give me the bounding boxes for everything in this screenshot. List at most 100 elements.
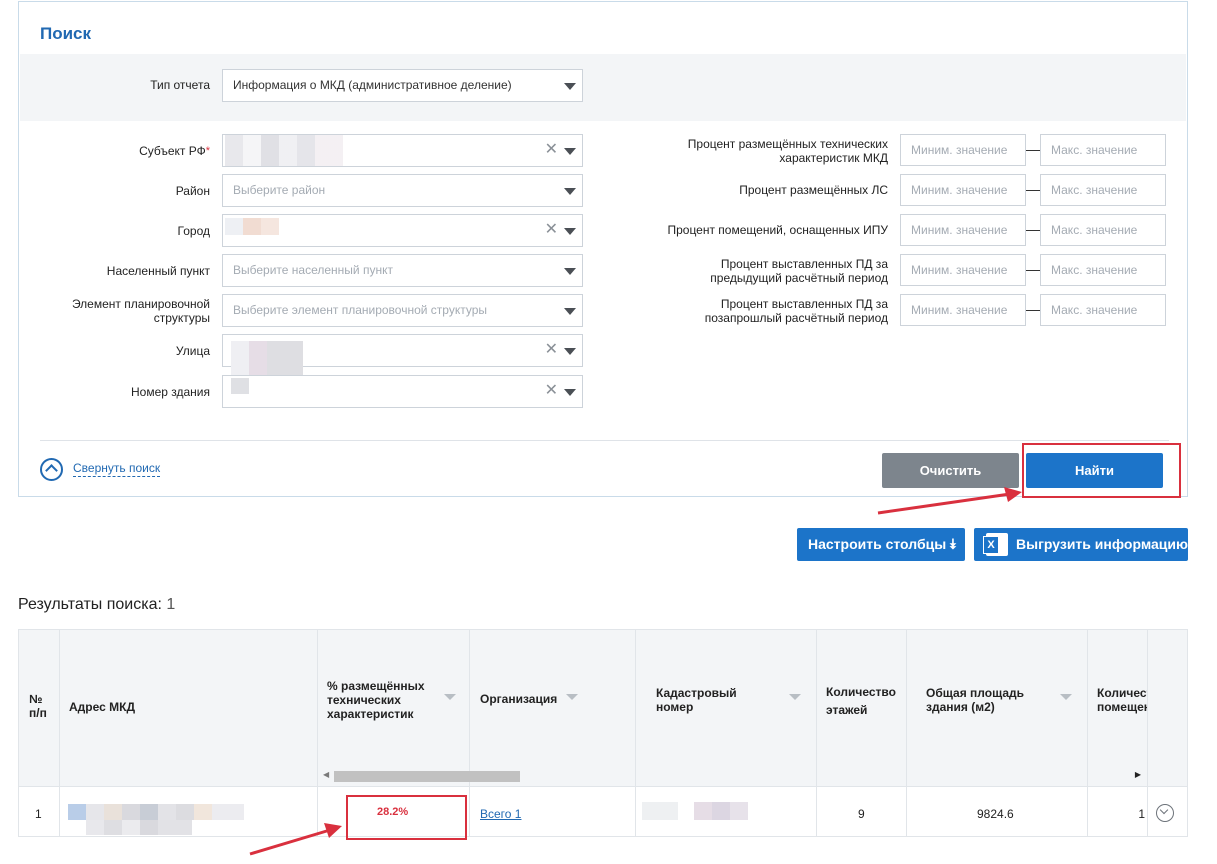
min-value-input[interactable]: Миним. значение [900,254,1026,286]
excel-icon [983,533,1008,556]
chevron-down-icon[interactable] [564,188,576,195]
max-value-input[interactable]: Макс. значение [1040,134,1166,166]
building-label: Номер здания [130,385,210,399]
clear-button[interactable]: Очистить [882,453,1019,488]
max-value-input[interactable]: Макс. значение [1040,294,1166,326]
arrow-annotation [877,487,1022,515]
sort-icon[interactable] [566,694,578,700]
cell-num: 1 [19,787,60,836]
max-value-input[interactable]: Макс. значение [1040,214,1166,246]
cell-rooms: 1 [1088,787,1148,836]
city-label: Город [177,224,210,238]
col-header-cadastral[interactable]: Кадастровый номер [636,630,817,786]
chevron-down-icon[interactable] [564,83,576,90]
clear-icon[interactable]: ✕ [545,142,558,158]
subject-label: Субъект РФ* [139,144,210,158]
results-title: Результаты поиска: 1 [18,596,176,613]
report-type-select[interactable]: Информация о МКД (административное делен… [222,69,583,102]
max-value-input[interactable]: Макс. значение [1040,174,1166,206]
range-label: Процент размещённых технических характери… [687,137,888,165]
col-header-organization[interactable]: Организация [470,630,636,786]
sort-icon[interactable] [789,694,801,700]
clear-icon[interactable]: ✕ [545,342,558,358]
find-highlight-box [1022,443,1181,498]
clear-icon[interactable]: ✕ [545,383,558,399]
chevron-down-icon[interactable] [564,348,576,355]
redacted-value [694,802,748,820]
col-header-address[interactable]: Адрес МКД [60,630,318,786]
results-table: № п/п Адрес МКД % размещённых технических х… [18,629,1188,837]
min-value-input[interactable]: Миним. значение [900,174,1026,206]
settlement-select[interactable]: Выберите населенный пункт [222,254,583,287]
district-label: Район [175,184,210,198]
report-type-label: Тип отчета [150,78,210,92]
arrow-annotation [249,823,342,856]
search-panel: Поиск Тип отчета Информация о МКД (админ… [18,1,1188,497]
scroll-left-icon[interactable]: ◀ [323,770,329,779]
redacted-value [225,135,343,166]
city-select[interactable]: ✕ [222,214,583,247]
configure-columns-button[interactable]: Настроить столбцы ⯯ [797,528,965,561]
district-select[interactable]: Выберите район [222,174,583,207]
building-select[interactable]: ✕ [222,375,583,408]
export-label: Выгрузить информацию [1016,536,1188,552]
results-count: 1 [166,596,176,613]
planning-select[interactable]: Выберите элемент планировочной структуры [222,294,583,327]
sort-icon[interactable] [444,694,456,700]
percent-highlight-box [346,795,467,840]
export-button[interactable]: Выгрузить информацию [974,528,1188,561]
planning-label: Элемент планировочной структуры [71,297,210,325]
col-header-num[interactable]: № п/п [19,630,60,786]
cell-organization: Всего 1 [470,787,636,836]
chevron-down-icon[interactable] [564,228,576,235]
col-header-area[interactable]: Общая площадь здания (м2) [907,630,1088,786]
redacted-value [642,802,678,820]
report-type-value: Информация о МКД (административное делен… [233,78,512,92]
min-value-input[interactable]: Миним. значение [900,134,1026,166]
double-chevron-down-icon: ⯯ [948,536,957,552]
range-label: Процент размещённых ЛС [739,183,888,197]
redacted-value [86,820,192,835]
range-dash [1026,190,1040,191]
cell-cadastral [636,787,817,836]
min-value-input[interactable]: Миним. значение [900,294,1026,326]
planning-placeholder: Выберите элемент планировочной структуры [233,303,488,317]
organization-link[interactable]: Всего 1 [480,807,521,821]
redacted-value [231,341,303,375]
chevron-down-icon[interactable] [564,308,576,315]
max-value-input[interactable]: Макс. значение [1040,254,1166,286]
range-label: Процент выставленных ПД за позапрошлый ра… [704,297,888,325]
chevron-down-icon[interactable] [564,268,576,275]
range-label: Процент помещений, оснащенных ИПУ [667,223,888,237]
settlement-placeholder: Выберите населенный пункт [233,263,393,277]
configure-columns-label: Настроить столбцы [808,536,947,552]
redacted-value [225,218,279,235]
range-dash [1026,310,1040,311]
expand-row-icon[interactable] [1156,804,1174,822]
table-row: 1 28.2% Всего 1 9 9824.6 1 [19,786,1187,836]
col-header-rooms[interactable]: Количест помещен [1088,630,1148,786]
range-dash [1026,270,1040,271]
cell-area: 9824.6 [907,787,1088,836]
min-value-input[interactable]: Миним. значение [900,214,1026,246]
search-divider [40,440,1169,441]
street-select[interactable]: ✕ [222,334,583,375]
col-header-floors[interactable]: Количество этажей [817,630,907,786]
scroll-right-icon[interactable]: ▶ [1135,770,1141,779]
horizontal-scrollbar[interactable]: ◀ ▶ [318,768,1146,784]
street-label: Улица [175,344,210,358]
redacted-value [68,804,244,820]
redacted-value [231,378,249,394]
collapse-search-link[interactable]: Свернуть поиск [73,461,161,477]
chevron-down-icon[interactable] [564,389,576,396]
subject-select[interactable]: ✕ [222,134,583,167]
range-dash [1026,230,1040,231]
col-header-percent[interactable]: % размещённых технических характеристик [318,630,470,786]
search-title: Поиск [40,24,92,43]
scrollbar-thumb[interactable] [334,771,520,782]
chevron-down-icon[interactable] [564,148,576,155]
range-dash [1026,150,1040,151]
collapse-chevron-icon[interactable] [40,458,63,481]
clear-icon[interactable]: ✕ [545,222,558,238]
sort-icon[interactable] [1060,694,1072,700]
